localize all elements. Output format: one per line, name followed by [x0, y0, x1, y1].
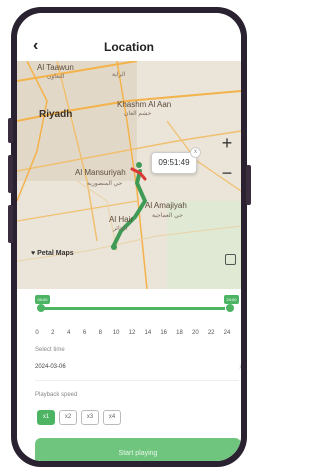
- timeline-track[interactable]: [40, 307, 225, 310]
- timeline-start-handle[interactable]: [37, 304, 45, 312]
- place-label-riyadh: Riyadh: [39, 109, 73, 120]
- phone-side-button: [8, 205, 13, 243]
- timeline-tick-label: 8: [98, 330, 102, 336]
- timeline-tick-label: 14: [144, 330, 152, 336]
- timeline-tick-label: 10: [112, 330, 120, 336]
- timeline-tick-label: 18: [176, 330, 183, 336]
- timeline-tick-label: 20: [191, 330, 199, 336]
- timeline-tick-label: 12: [128, 330, 136, 336]
- start-playing-button[interactable]: Start playing: [35, 438, 241, 461]
- control-panel: [17, 289, 241, 461]
- chevron-right-icon[interactable]: ›: [239, 361, 241, 371]
- close-icon[interactable]: x: [190, 147, 201, 158]
- place-label-ar: حي العماجية: [152, 213, 183, 219]
- map-provider-logo: ♥ Petal Maps: [31, 250, 74, 257]
- timeline-end-chip: 24:00: [224, 295, 239, 304]
- phone-side-button: [8, 118, 13, 143]
- place-label: Al Hair: [109, 215, 134, 224]
- divider: [35, 380, 239, 381]
- place-label-ar: الحائر: [113, 226, 128, 232]
- speed-option-x4[interactable]: x4: [103, 410, 121, 425]
- place-label-ar: خشم العان: [124, 111, 152, 117]
- place-label-ar: حي المنصورية: [87, 181, 123, 187]
- place-label-ar: التعاون: [47, 74, 65, 80]
- timeline-tick-label: 6: [82, 330, 87, 336]
- select-time-label: Select time: [35, 347, 65, 353]
- timeline-tick-label: 16: [160, 330, 167, 336]
- speed-option-x1[interactable]: x1: [37, 410, 55, 425]
- phone-side-button: [8, 155, 13, 193]
- zoom-in-button[interactable]: +: [217, 133, 237, 154]
- place-label: Khashm Al Aan: [117, 100, 172, 109]
- timeline-tick-label: 22: [207, 330, 215, 336]
- header: ‹ Location: [17, 13, 241, 61]
- zoom-out-button[interactable]: −: [217, 163, 237, 184]
- layers-icon[interactable]: [225, 254, 236, 265]
- timeline-tick-label: 24: [223, 330, 231, 336]
- place-label: Al Amajiyah: [145, 201, 187, 210]
- page-title: Location: [104, 40, 154, 54]
- timeline-start-chip: 00:00: [35, 295, 50, 304]
- map-provider-label: Petal Maps: [37, 250, 74, 257]
- phone-power-button: [246, 165, 251, 205]
- time-tooltip: 09:51:49 x: [151, 147, 201, 174]
- place-label-ar: الراية: [112, 72, 126, 78]
- playback-speed-label: Playback speed: [35, 392, 78, 398]
- timeline-tick-label: 2: [51, 330, 55, 336]
- selected-date[interactable]: 2024-03-06: [35, 364, 66, 370]
- place-label: Al Taawun: [37, 63, 74, 72]
- timeline-end-handle[interactable]: [226, 304, 234, 312]
- app-screen: ‹ Location Al Taawun التعاون الراية Riya…: [17, 13, 241, 461]
- speed-option-x2[interactable]: x2: [59, 410, 77, 425]
- place-label: Al Mansuriyah: [75, 168, 126, 177]
- timeline-tick-label: 4: [66, 330, 71, 336]
- timeline-tick-label: 0: [35, 330, 39, 336]
- speed-option-x3[interactable]: x3: [81, 410, 99, 425]
- tooltip-time: 09:51:49: [158, 158, 190, 167]
